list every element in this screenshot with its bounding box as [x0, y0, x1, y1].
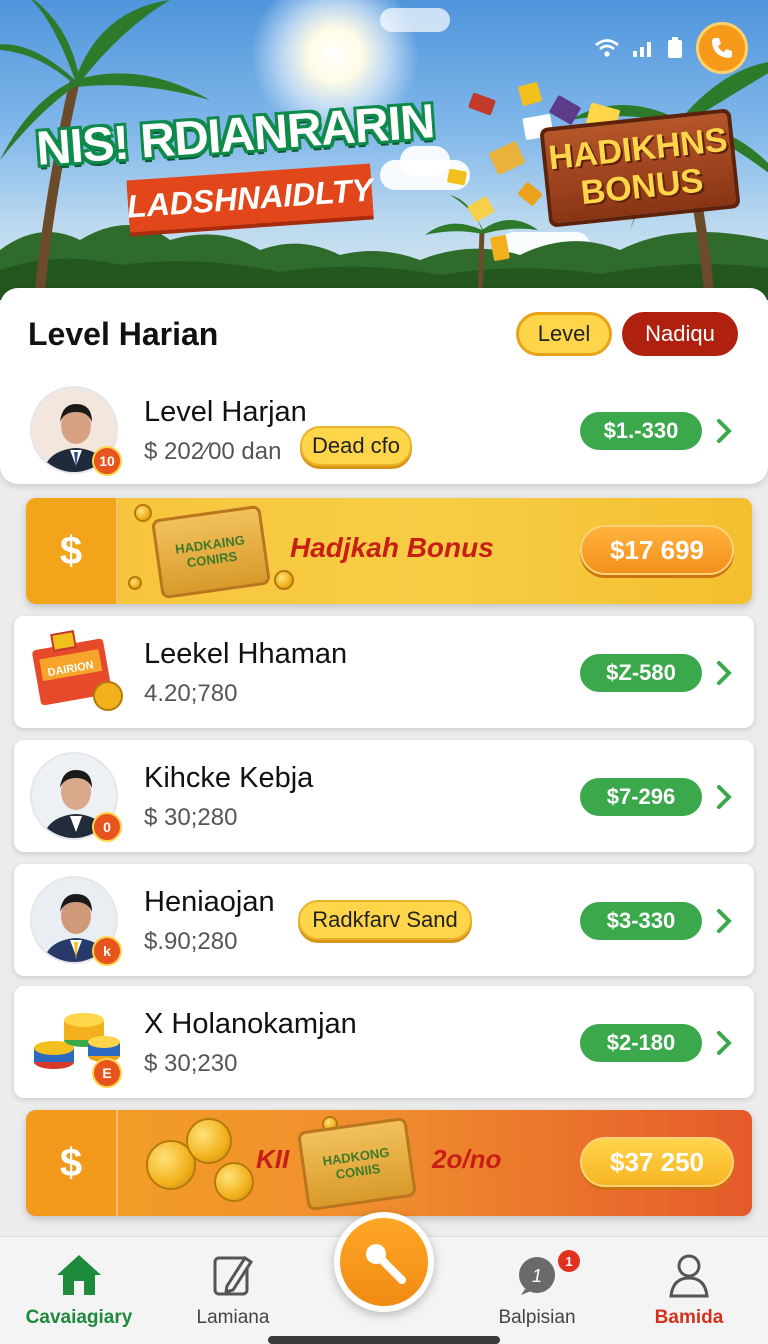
nav-edit[interactable]: Lamiana	[158, 1251, 308, 1329]
rank-badge: 10	[92, 446, 122, 476]
banner-title: Hadjkah Bonus	[290, 532, 494, 563]
amount-badge: $1.-330	[580, 412, 702, 450]
amount-badge: $2-180	[580, 1024, 702, 1062]
row-subtitle: $ 202⁄00 dan	[144, 438, 282, 465]
nav-label: Cavaiagiary	[25, 1307, 133, 1328]
nav-home[interactable]: Cavaiagiary	[4, 1251, 154, 1329]
bonus-banner[interactable]: $ HADKAING CONIRS Hadjkah Bonus $17 699	[26, 498, 752, 604]
chat-icon: 1	[519, 1257, 555, 1295]
cloud	[380, 8, 450, 32]
amount-badge: $7-296	[580, 778, 702, 816]
dollar-icon: $	[26, 1110, 118, 1216]
bonus-bag-image: HADKAING CONIRS	[150, 504, 272, 600]
row-tag: Radkfarv Sand	[298, 900, 472, 940]
row-name: X Holanokamjan	[144, 1008, 357, 1040]
chevron-right-icon[interactable]	[712, 412, 736, 450]
row-tag: Dead cfo	[300, 426, 412, 466]
confetti	[488, 140, 526, 176]
coin-icon	[214, 1162, 254, 1202]
nav-label: Lamiana	[196, 1307, 270, 1328]
profile-icon	[669, 1254, 709, 1298]
coin-icon	[274, 570, 294, 590]
list-item[interactable]: E X Holanokamjan $ 30;230 $2-180	[14, 986, 754, 1098]
section-title: Level Harian	[28, 316, 219, 352]
bonus-bag-image: HADKONG CONIIS	[296, 1116, 418, 1212]
claim-bonus-button[interactable]: $37 250	[580, 1137, 734, 1187]
svg-text:1: 1	[532, 1266, 542, 1286]
home-icon	[57, 1255, 101, 1295]
signal-icon	[633, 42, 651, 57]
coin-icon	[128, 576, 142, 590]
filter-level-button[interactable]: Level	[516, 312, 612, 356]
row-name: Level Harjan	[144, 396, 307, 428]
list-item[interactable]: 10 Level Harjan $ 202⁄00 dan Dead cfo $1…	[0, 374, 768, 486]
bonus-banner[interactable]: $ KII HADKONG CONIIS 2o/no $37 250	[26, 1110, 752, 1216]
row-subtitle: 4.20;780	[144, 680, 238, 707]
list-item[interactable]: DAIRION Leekel Hhaman 4.20;780 $Z-580	[14, 616, 754, 728]
row-subtitle: $.90;280	[144, 928, 238, 955]
nav-label: Balpisian	[498, 1307, 576, 1328]
confetti	[446, 168, 468, 186]
chevron-right-icon[interactable]	[712, 778, 736, 816]
banner-text-left: KII	[256, 1144, 290, 1174]
filter-nadiqu-button[interactable]: Nadiqu	[622, 312, 738, 356]
phone-call-icon	[712, 38, 732, 58]
coin-icon	[186, 1118, 232, 1164]
coin-icon	[134, 504, 152, 522]
dollar-icon: $	[26, 498, 118, 604]
row-name: Kihcke Kebja	[144, 762, 314, 794]
nav-label: Bamida	[654, 1307, 724, 1328]
notification-badge: 1	[558, 1250, 580, 1272]
row-name: Heniaojan	[144, 886, 275, 918]
amount-badge: $3-330	[580, 902, 702, 940]
list-item[interactable]: 0 Kihcke Kebja $ 30;280 $7-296	[14, 740, 754, 852]
nav-profile[interactable]: Bamida	[614, 1251, 764, 1329]
confetti	[467, 92, 497, 116]
nav-chat[interactable]: 1 Balpisian	[462, 1251, 612, 1329]
home-indicator	[268, 1336, 500, 1344]
edit-icon	[213, 1255, 254, 1296]
status-bar	[594, 22, 748, 74]
hero-banner: NIS! RDIANRARIN LADSHNAIDLTY HADIKHNS BON…	[0, 0, 768, 300]
amount-badge: $Z-580	[580, 654, 702, 692]
bonus-sign: HADIKHNS BONUS	[539, 108, 741, 228]
chevron-right-icon[interactable]	[712, 1024, 736, 1062]
rank-badge: k	[92, 936, 122, 966]
chevron-right-icon[interactable]	[712, 902, 736, 940]
rank-badge: E	[92, 1058, 122, 1088]
reward-pack-image: DAIRION	[28, 630, 124, 714]
banner-text-right: 2o/no	[432, 1144, 502, 1174]
chevron-right-icon[interactable]	[712, 654, 736, 692]
center-action-button[interactable]	[334, 1212, 434, 1312]
microphone-icon	[366, 1244, 406, 1284]
call-button[interactable]	[696, 22, 748, 74]
battery-icon	[668, 37, 682, 58]
row-name: Leekel Hhaman	[144, 638, 348, 670]
wifi-icon	[595, 39, 619, 57]
list-item[interactable]: k Heniaojan $.90;280 Radkfarv Sand $3-33…	[14, 864, 754, 976]
row-subtitle: $ 30;230	[144, 1050, 238, 1077]
confetti	[517, 81, 543, 107]
row-subtitle: $ 30;280	[144, 804, 238, 831]
rank-badge: 0	[92, 812, 122, 842]
claim-bonus-button[interactable]: $17 699	[580, 525, 734, 575]
